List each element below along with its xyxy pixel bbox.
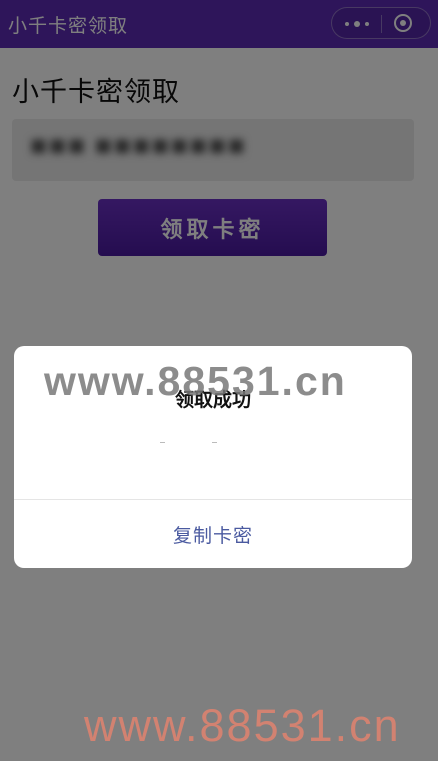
dialog-content-mark xyxy=(212,442,217,443)
copy-code-button[interactable]: 复制卡密 xyxy=(14,500,412,568)
watermark-middle: www.88531.cn xyxy=(44,358,347,404)
dialog-content-mark xyxy=(160,442,165,443)
watermark-bottom: www.88531.cn xyxy=(84,700,401,751)
